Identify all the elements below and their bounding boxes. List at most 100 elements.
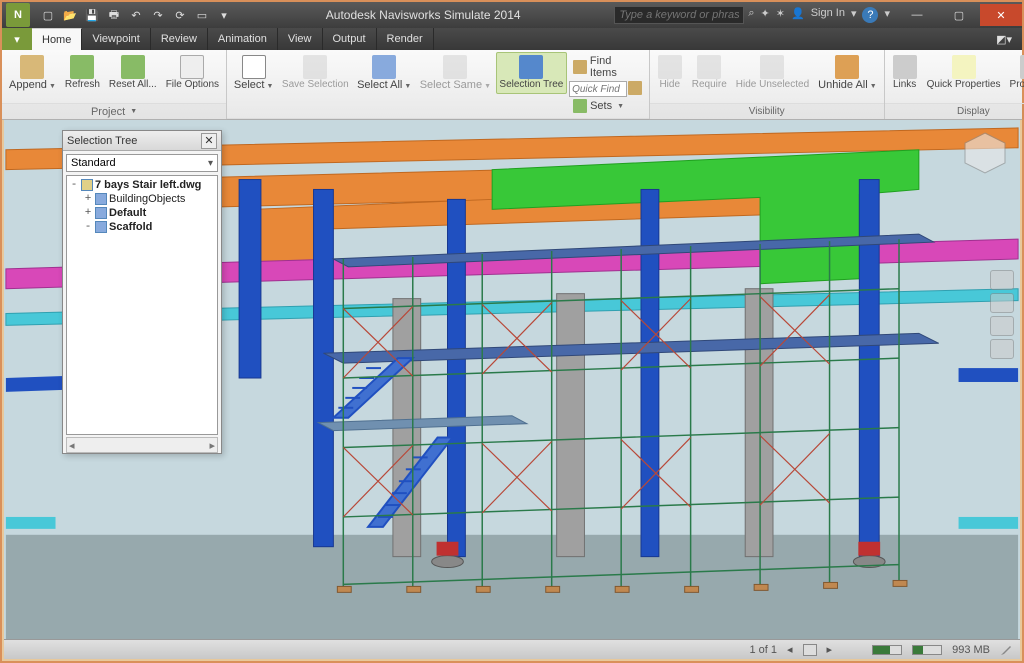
selection-tree-button[interactable]: Selection Tree [496,52,567,94]
dropdown-icon[interactable]: ▾ [851,7,857,23]
app-icon[interactable]: N [6,3,30,27]
tree-view[interactable]: -7 bays Stair left.dwg +BuildingObjects … [66,175,218,435]
sheet-thumb-icon[interactable] [803,644,817,656]
tree-mode-dropdown[interactable]: Standard [66,154,218,172]
cursor-icon [242,55,266,79]
sets-icon [573,99,587,113]
sets-button[interactable]: Sets▼ [569,97,645,115]
file-options-button[interactable]: File Options [162,52,223,94]
view-cube[interactable] [960,128,1010,178]
reset-all-button[interactable]: Reset All... [105,52,161,94]
layer-icon [95,207,107,219]
binoculars-icon[interactable]: ⌕ [748,7,754,23]
collapse-icon[interactable]: - [69,179,79,191]
ribbon-group-display: Links Quick Properties Properties Displa… [885,50,1024,119]
links-icon [893,55,917,79]
collapse-icon[interactable]: - [83,221,93,233]
chevron-down-icon[interactable]: ▼ [130,108,137,115]
maximize-button[interactable]: ▢ [938,4,980,26]
app-title: Autodesk Navisworks Simulate 2014 [232,8,614,22]
help-dropdown-icon[interactable]: ▾ [884,7,890,23]
properties-button[interactable]: Properties [1006,52,1024,94]
select-all-button[interactable]: Select All▼ [353,52,415,95]
page-indicator: 1 of 1 [749,644,777,656]
horizontal-scrollbar[interactable]: ◂▸ [66,437,218,453]
select-same-button[interactable]: Select Same▼ [416,52,495,95]
refresh-button[interactable]: Refresh [61,52,104,94]
quick-properties-button[interactable]: Quick Properties [923,52,1005,94]
save-selection-icon [303,55,327,79]
quick-properties-icon [952,55,976,79]
nav-bar[interactable] [990,270,1014,359]
save-selection-button[interactable]: Save Selection [278,52,352,94]
tab-output[interactable]: Output [323,28,377,50]
scroll-right-icon[interactable]: ▸ [209,439,215,452]
tab-view[interactable]: View [278,28,323,50]
pan-icon[interactable] [990,270,1014,290]
scroll-left-icon[interactable]: ◂ [69,439,75,452]
links-button[interactable]: Links [888,52,922,94]
sheet-next-icon[interactable]: ▸ [827,643,833,656]
ribbon: Append▼ Refresh Reset All... File Option… [2,50,1022,120]
redo-icon[interactable]: ↷ [150,7,166,23]
append-button[interactable]: Append▼ [5,52,60,95]
qat-dropdown-icon[interactable]: ▾ [216,7,232,23]
sheet-prev-icon[interactable]: ◂ [787,643,793,656]
tab-render[interactable]: Render [377,28,434,50]
tab-animation[interactable]: Animation [208,28,278,50]
hide-unselected-button[interactable]: Hide Unselected [732,52,813,94]
refresh-icon[interactable]: ⟳ [172,7,188,23]
zoom-icon[interactable] [990,293,1014,313]
group-label-project: Project [91,106,125,118]
select-same-icon [443,55,467,79]
open-icon[interactable]: 📂 [62,7,78,23]
help-icon[interactable]: ? [862,7,878,23]
require-button[interactable]: Require [688,52,731,94]
print-icon[interactable]: 🖶 [106,7,122,23]
require-icon [697,55,721,79]
quick-find-input[interactable] [569,81,627,97]
tree-row[interactable]: +Default [69,206,215,220]
hide-icon [658,55,682,79]
panel-title-bar[interactable]: Selection Tree ✕ [63,131,221,151]
minimize-button[interactable]: — [896,4,938,26]
keyword-search-input[interactable] [614,6,744,24]
expand-icon[interactable]: + [83,207,93,219]
tree-row[interactable]: -Scaffold [69,220,215,234]
person-icon[interactable]: 👤 [791,7,805,23]
sign-in-link[interactable]: Sign In [811,7,845,23]
search-icon[interactable] [628,81,642,95]
tree-row[interactable]: +BuildingObjects [69,192,215,206]
file-menu-button[interactable]: ▾ [2,28,32,50]
close-button[interactable]: ✕ [980,4,1022,26]
key-icon[interactable]: ✦ [761,7,770,23]
layer-icon [95,221,107,233]
unhide-all-button[interactable]: Unhide All▼ [814,52,880,95]
undo-icon[interactable]: ↶ [128,7,144,23]
ribbon-tabs: ▾ Home Viewpoint Review Animation View O… [2,28,1022,50]
exchange-icon[interactable]: ✶ [776,7,785,23]
select-button[interactable]: Select▼ [230,52,277,95]
new-icon[interactable]: ▢ [40,7,56,23]
panel-title: Selection Tree [67,135,137,147]
orbit-icon[interactable] [990,316,1014,336]
properties-icon [1020,55,1024,79]
tree-row[interactable]: -7 bays Stair left.dwg [69,178,215,192]
ribbon-group-visibility: Hide Require Hide Unselected Unhide All▼… [650,50,885,119]
refresh-icon [70,55,94,79]
panel-close-button[interactable]: ✕ [201,133,217,149]
unhide-icon [835,55,859,79]
tab-review[interactable]: Review [151,28,208,50]
group-label-visibility: Visibility [650,103,884,119]
pencil-icon[interactable] [1000,644,1012,656]
selection-tree-panel: Selection Tree ✕ Standard -7 bays Stair … [62,130,222,454]
hide-button[interactable]: Hide [653,52,687,94]
look-icon[interactable] [990,339,1014,359]
save-icon[interactable]: 💾 [84,7,100,23]
select-icon[interactable]: ▭ [194,7,210,23]
tab-viewpoint[interactable]: Viewpoint [82,28,151,50]
ribbon-collapse-button[interactable]: ◩▾ [986,28,1022,50]
expand-icon[interactable]: + [83,193,93,205]
find-items-button[interactable]: Find Items [569,53,645,81]
tab-home[interactable]: Home [32,28,82,50]
